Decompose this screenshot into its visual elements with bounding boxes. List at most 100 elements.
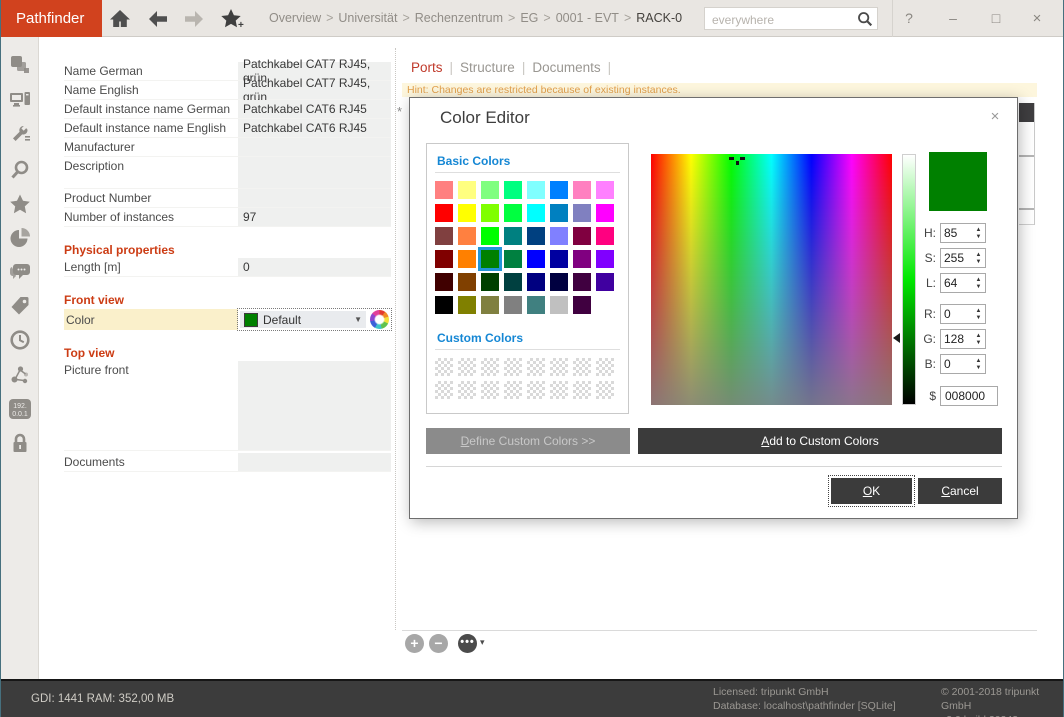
basic-color-swatch[interactable]: [504, 204, 522, 222]
custom-color-slot[interactable]: [573, 358, 591, 376]
basic-color-swatch[interactable]: [527, 181, 545, 199]
luminance-marker-icon[interactable]: [893, 333, 900, 343]
custom-color-slot[interactable]: [596, 358, 614, 376]
spinner-arrows-icon[interactable]: ▲▼: [972, 227, 985, 240]
shapes-icon[interactable]: [9, 54, 31, 76]
luminance-input[interactable]: 64▲▼: [940, 273, 986, 293]
more-actions-caret-icon[interactable]: ▾: [480, 637, 485, 648]
add-port-button[interactable]: +: [405, 634, 424, 653]
dialog-close-icon[interactable]: ×: [986, 108, 1004, 126]
custom-color-slot[interactable]: [527, 381, 545, 399]
basic-color-swatch[interactable]: [504, 296, 522, 314]
custom-color-slot[interactable]: [458, 381, 476, 399]
home-icon[interactable]: [108, 7, 132, 31]
color-wheel-icon[interactable]: [370, 310, 389, 329]
basic-color-swatch[interactable]: [596, 227, 614, 245]
basic-color-swatch[interactable]: [504, 227, 522, 245]
basic-color-swatch[interactable]: [458, 273, 476, 291]
breadcrumb-item[interactable]: EG: [520, 11, 538, 25]
basic-color-swatch[interactable]: [504, 250, 522, 268]
breadcrumb-item[interactable]: Rechenzentrum: [415, 11, 503, 25]
basic-color-swatch[interactable]: [527, 227, 545, 245]
custom-color-slot[interactable]: [527, 358, 545, 376]
custom-color-slot[interactable]: [504, 358, 522, 376]
custom-color-slot[interactable]: [481, 358, 499, 376]
spinner-arrows-icon[interactable]: ▲▼: [972, 252, 985, 265]
search-input[interactable]: [710, 9, 854, 30]
add-to-custom-colors-button[interactable]: Add to Custom Colors: [638, 428, 1002, 454]
ok-button[interactable]: OK: [831, 478, 912, 504]
basic-color-swatch[interactable]: [573, 181, 591, 199]
basic-color-swatch[interactable]: [550, 296, 568, 314]
basic-color-swatch[interactable]: [435, 181, 453, 199]
add-favorite-icon[interactable]: +: [219, 7, 243, 31]
length-field[interactable]: 0: [238, 258, 391, 276]
devices-icon[interactable]: [9, 89, 31, 111]
hue-saturation-field[interactable]: [651, 154, 892, 405]
basic-color-swatch[interactable]: [573, 273, 591, 291]
description-field[interactable]: [238, 157, 391, 188]
basic-color-swatch[interactable]: [596, 181, 614, 199]
comments-icon[interactable]: [9, 261, 31, 283]
custom-color-slot[interactable]: [435, 358, 453, 376]
custom-color-slot[interactable]: [550, 358, 568, 376]
luminance-slider[interactable]: [902, 154, 916, 405]
basic-color-swatch[interactable]: [596, 250, 614, 268]
blue-input[interactable]: 0▲▼: [940, 354, 986, 374]
basic-color-swatch[interactable]: [527, 250, 545, 268]
basic-color-swatch[interactable]: [527, 204, 545, 222]
hex-input[interactable]: 008000: [940, 386, 998, 406]
basic-color-swatch[interactable]: [481, 227, 499, 245]
network-icon[interactable]: [9, 363, 31, 385]
custom-color-slot[interactable]: [504, 381, 522, 399]
hue-input[interactable]: 85▲▼: [940, 223, 986, 243]
basic-color-swatch[interactable]: [481, 296, 499, 314]
security-icon[interactable]: [9, 432, 31, 454]
basic-color-swatch[interactable]: [550, 273, 568, 291]
breadcrumb-item[interactable]: 0001 - EVT: [556, 11, 619, 25]
basic-color-swatch[interactable]: [573, 204, 591, 222]
breadcrumb-item-current[interactable]: RACK-0: [636, 11, 682, 25]
basic-color-swatch[interactable]: [481, 204, 499, 222]
basic-color-swatch[interactable]: [573, 227, 591, 245]
forward-icon[interactable]: [182, 7, 206, 31]
basic-color-swatch[interactable]: [596, 204, 614, 222]
documents-field[interactable]: [238, 453, 391, 471]
basic-color-swatch[interactable]: [458, 227, 476, 245]
basic-color-swatch[interactable]: [573, 250, 591, 268]
basic-color-swatch[interactable]: [596, 296, 614, 314]
default-instance-german-field[interactable]: Patchkabel CAT6 RJ45: [238, 100, 391, 118]
green-input[interactable]: 128▲▼: [940, 329, 986, 349]
basic-color-swatch[interactable]: [435, 296, 453, 314]
help-button[interactable]: ?: [895, 0, 923, 37]
spinner-arrows-icon[interactable]: ▲▼: [972, 358, 985, 371]
color-select[interactable]: Default ▼: [240, 311, 366, 328]
custom-color-slot[interactable]: [573, 381, 591, 399]
search-icon[interactable]: [856, 10, 874, 28]
panel-splitter[interactable]: [395, 48, 396, 630]
tab-documents[interactable]: Documents: [532, 60, 600, 75]
basic-color-swatch[interactable]: [573, 296, 591, 314]
saturation-input[interactable]: 255▲▼: [940, 248, 986, 268]
basic-color-swatch[interactable]: [458, 181, 476, 199]
basic-color-swatch[interactable]: [481, 273, 499, 291]
define-custom-colors-button[interactable]: Define Custom Colors >>: [426, 428, 630, 454]
basic-color-swatch[interactable]: [458, 204, 476, 222]
favorites-icon[interactable]: [9, 193, 31, 215]
tab-structure[interactable]: Structure: [460, 60, 515, 75]
basic-color-swatch[interactable]: [504, 181, 522, 199]
close-window-button[interactable]: ×: [1021, 0, 1053, 37]
basic-color-swatch[interactable]: [550, 227, 568, 245]
basic-color-swatch[interactable]: [458, 250, 476, 268]
name-english-field[interactable]: Patchkabel CAT7 RJ45, grün: [238, 81, 391, 99]
more-actions-button[interactable]: •••: [458, 634, 477, 653]
tags-icon[interactable]: [9, 295, 31, 317]
red-input[interactable]: 0▲▼: [940, 304, 986, 324]
custom-color-slot[interactable]: [458, 358, 476, 376]
basic-color-swatch[interactable]: [435, 227, 453, 245]
basic-color-swatch[interactable]: [435, 273, 453, 291]
basic-color-swatch[interactable]: [481, 250, 499, 268]
product-number-field[interactable]: [238, 189, 391, 207]
search-nav-icon[interactable]: [9, 159, 31, 181]
breadcrumb-item[interactable]: Universität: [338, 11, 397, 25]
